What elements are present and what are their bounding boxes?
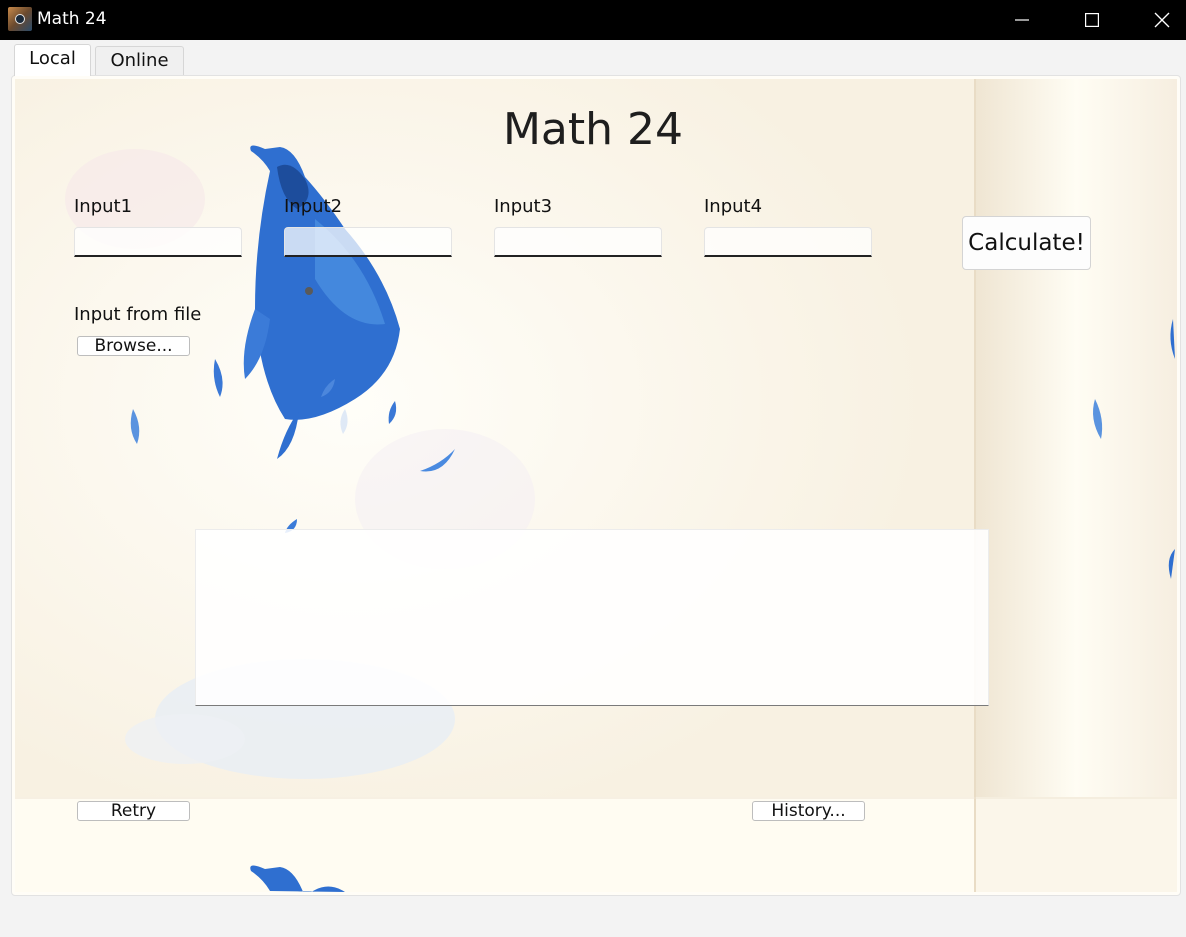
background-image — [15, 79, 1177, 892]
history-button[interactable]: History... — [752, 801, 865, 821]
result-textarea[interactable] — [195, 529, 989, 706]
browse-button[interactable]: Browse... — [77, 336, 190, 356]
input2-label: Input2 — [284, 196, 343, 217]
input1-label: Input1 — [74, 196, 133, 217]
minimize-icon — [1015, 19, 1029, 21]
file-input-label: Input from file — [74, 304, 202, 325]
input4-label: Input4 — [704, 196, 763, 217]
input1-field[interactable] — [74, 227, 242, 257]
input2-field[interactable] — [284, 227, 452, 257]
retry-button[interactable]: Retry — [77, 801, 190, 821]
tab-online[interactable]: Online — [95, 46, 184, 75]
title-bar: Math 24 — [0, 0, 1186, 40]
input3-label: Input3 — [494, 196, 553, 217]
close-button[interactable] — [1127, 0, 1186, 40]
input4-field[interactable] — [704, 227, 872, 257]
maximize-icon — [1085, 13, 1099, 27]
window-title: Math 24 — [37, 9, 107, 29]
page-title: Math 24 — [502, 104, 684, 155]
input3-field[interactable] — [494, 227, 662, 257]
tab-local[interactable]: Local — [14, 44, 91, 76]
local-panel: Math 24 Input1 Input2 Input3 Input4 Calc… — [11, 75, 1181, 896]
app-icon — [8, 7, 32, 31]
calculate-button[interactable]: Calculate! — [962, 216, 1091, 270]
maximize-button[interactable] — [1057, 0, 1127, 40]
close-icon — [1154, 12, 1170, 28]
minimize-button[interactable] — [987, 0, 1057, 40]
